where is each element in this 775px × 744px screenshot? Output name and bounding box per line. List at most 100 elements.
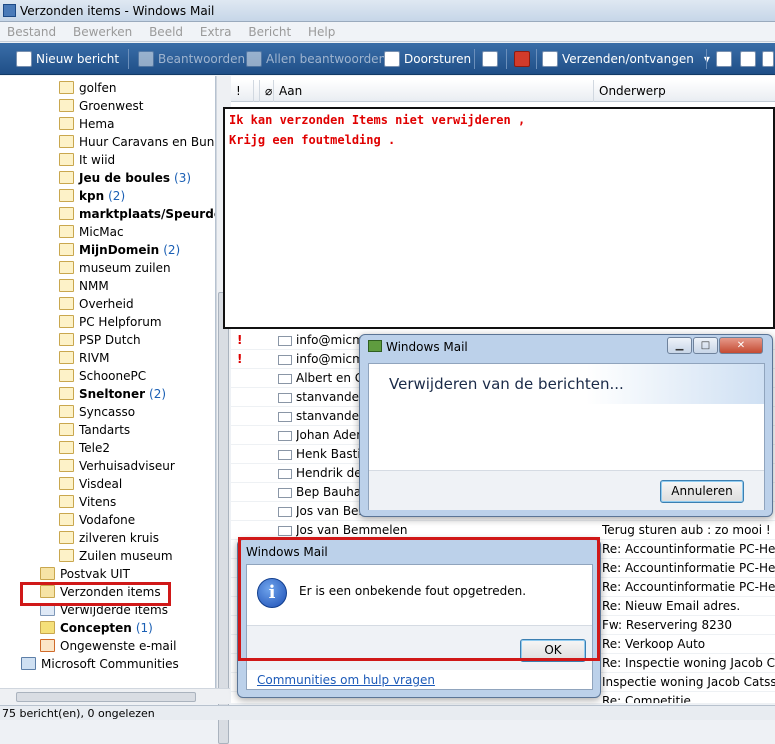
folder-icon [59,243,74,256]
new-message-button[interactable]: Nieuw bericht [14,49,119,69]
maximize-button[interactable]: □ [693,337,718,354]
envelope-icon [278,336,292,346]
annotation-highlight-error-dialog [238,537,600,661]
window-title: Verzonden items - Windows Mail [20,4,215,18]
column-subject[interactable]: Onderwerp [593,80,775,102]
drafts-icon [40,621,55,634]
folder-icon [59,513,74,526]
toolbar: Nieuw bericht Beantwoorden Allen beantwo… [0,43,775,75]
envelope-icon [278,488,292,498]
junk-mail-icon [40,639,55,652]
menu-beeld[interactable]: Beeld [142,22,189,39]
paperclip-icon: ⌀ [259,80,272,102]
reply-all-button[interactable]: Allen beantwoorden [244,49,386,69]
windows-mail-icon [3,4,16,17]
scrollbar-thumb[interactable] [16,692,196,702]
calendar-icon [740,51,756,67]
folder-icon [59,423,74,436]
window-titlebar[interactable]: Verzonden items - Windows Mail [0,0,775,22]
status-bar: 75 bericht(en), 0 ongelezen [0,705,775,720]
outbox-icon [40,567,55,580]
menu-bestand[interactable]: Bestand [0,22,62,39]
envelope-icon [278,374,292,384]
annotation-box: Ik kan verzonden Items niet verwijderen … [223,107,775,329]
annotation-highlight-sent-folder [20,582,171,606]
menu-extra[interactable]: Extra [193,22,238,39]
envelope-icon [278,469,292,479]
folder-icon [59,117,74,130]
annotation-line: Krijg een foutmelding . [229,133,396,147]
folder-icon [59,405,74,418]
layout-icon [762,51,774,67]
contacts-button[interactable] [714,49,734,69]
folder-icon [59,387,74,400]
windows-mail-icon [368,340,382,352]
dialog-heading: Verwijderen van de berichten... [369,364,764,404]
reply-icon [138,51,154,67]
cancel-button[interactable]: Annuleren [660,480,744,503]
menu-bericht[interactable]: Bericht [241,22,297,39]
folder-icon [59,207,74,220]
folder-icon [59,477,74,490]
reply-all-icon [246,51,262,67]
envelope-icon [278,526,292,536]
send-receive-icon [542,51,558,67]
folder-icon [59,333,74,346]
column-to[interactable]: Aan [273,80,593,102]
folder-icon [59,441,74,454]
menu-bewerken[interactable]: Bewerken [66,22,138,39]
delete-button[interactable] [512,49,532,69]
folder-icon [59,225,74,238]
toolbar-separator [706,49,707,69]
calendar-button[interactable] [738,49,758,69]
folder-icon [59,171,74,184]
folder-icon [59,99,74,112]
printer-icon [482,51,498,67]
folder-icon [59,549,74,562]
column-attachment[interactable]: ⌀ [253,80,273,102]
folder-pane: golfen Groenwest Hema Huur Caravans en B… [0,76,216,704]
delete-progress-dialog: Windows Mail ▁ □ ✕ Verwijderen van de be… [359,334,773,517]
envelope-icon [278,431,292,441]
print-button[interactable] [480,49,500,69]
forward-button[interactable]: Doorsturen [382,49,471,69]
folder-icon [59,531,74,544]
toolbar-separator [506,49,507,69]
folder-icon [59,459,74,472]
folder-icon [59,495,74,508]
folder-icon [59,315,74,328]
message-list-header: ! ⌀ Aan Onderwerp [231,80,775,102]
folder-icon [59,369,74,382]
communities-help-link[interactable]: Communities om hulp vragen [257,671,435,689]
new-message-icon [16,51,32,67]
send-receive-button[interactable]: Verzenden/ontvangen▾ [540,49,710,69]
annotation-line: Ik kan verzonden Items niet verwijderen … [229,113,526,127]
folder-icon [59,351,74,364]
column-importance[interactable]: ! [231,80,253,102]
dialog-body: Verwijderen van de berichten... Annulere… [368,363,765,510]
folder-icon [59,81,74,94]
envelope-icon [278,412,292,422]
envelope-icon [278,393,292,403]
communities-icon [21,657,36,670]
dialog-title: Windows Mail [386,340,468,354]
toolbar-separator [128,49,129,69]
close-button[interactable]: ✕ [719,337,763,354]
folder-icon [59,279,74,292]
menu-bar: Bestand Bewerken Beeld Extra Bericht Hel… [0,22,775,42]
envelope-icon [278,507,292,517]
envelope-icon [278,450,292,460]
forward-icon [384,51,400,67]
toolbar-separator [536,49,537,69]
folder-icon [59,189,74,202]
layout-button[interactable] [760,49,774,69]
scrollbar-thumb[interactable] [218,292,229,744]
minimize-button[interactable]: ▁ [667,337,692,354]
toolbar-separator [474,49,475,69]
reply-button[interactable]: Beantwoorden [136,49,245,69]
folder-pane-horizontal-scrollbar[interactable] [0,688,230,704]
menu-help[interactable]: Help [301,22,341,39]
folder-icon [59,153,74,166]
status-text: 75 bericht(en), 0 ongelezen [2,707,155,720]
folder-icon [59,135,74,148]
